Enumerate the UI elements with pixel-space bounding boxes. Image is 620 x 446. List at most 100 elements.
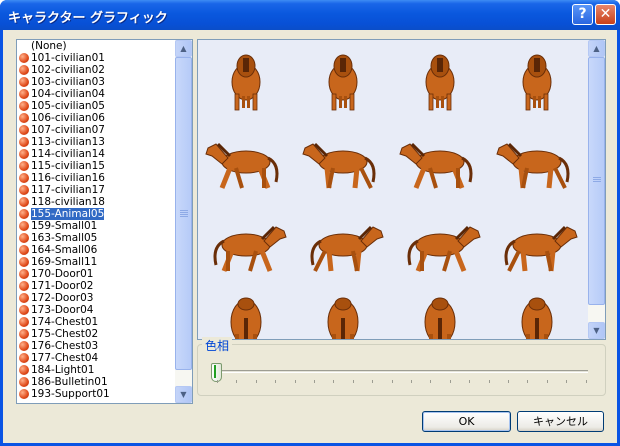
horse-sprite-right (213, 225, 287, 272)
slider-tick (372, 380, 374, 383)
horse-sprite-right (310, 225, 384, 272)
slider-tick (352, 380, 354, 383)
graphic-list[interactable]: (None) 101-civilian01 102-civilian02 103-ci… (16, 39, 193, 404)
list-item-label: 173-Door04 (31, 304, 94, 316)
list-item[interactable]: 106-civilian06 (17, 112, 175, 124)
slider-tick (566, 380, 568, 383)
list-item[interactable]: (None) (17, 40, 175, 52)
list-item[interactable]: 175-Chest02 (17, 328, 175, 340)
list-item-label: 170-Door01 (31, 268, 94, 280)
graphic-file-icon (19, 125, 29, 135)
list-item[interactable]: 163-Small05 (17, 232, 175, 244)
list-item[interactable]: 174-Chest01 (17, 316, 175, 328)
horse-sprite-down (522, 54, 552, 111)
chevron-down-icon[interactable]: ▼ (588, 322, 605, 339)
list-item-label: 184-Light01 (31, 364, 95, 376)
graphic-file-icon (19, 377, 29, 387)
graphic-file-icon (19, 233, 29, 243)
window-title: キャラクター グラフィック (8, 11, 168, 26)
graphic-file-icon (19, 293, 29, 303)
list-item-label: 174-Chest01 (31, 316, 99, 328)
list-item[interactable]: 177-Chest04 (17, 352, 175, 364)
list-scrollbar[interactable]: ▲ ▼ (175, 40, 192, 403)
list-item[interactable]: 114-civilian14 (17, 148, 175, 160)
list-item[interactable]: 171-Door02 (17, 280, 175, 292)
graphic-file-icon (19, 113, 29, 123)
horse-sprite-left (302, 142, 376, 189)
horse-sprite-left (205, 142, 279, 189)
graphic-file-icon (19, 89, 29, 99)
slider-tick (333, 380, 335, 383)
slider-tick (585, 380, 587, 383)
slider-tick (449, 380, 451, 383)
list-item[interactable]: 186-Bulletin01 (17, 376, 175, 388)
list-item[interactable]: 102-civilian02 (17, 64, 175, 76)
list-item[interactable]: 184-Light01 (17, 364, 175, 376)
list-item-label: 107-civilian07 (31, 124, 105, 136)
preview-scroll-thumb[interactable] (588, 57, 605, 305)
slider-tick (546, 380, 548, 383)
list-item[interactable]: 173-Door04 (17, 304, 175, 316)
horse-sprite-left (399, 142, 473, 189)
list-item[interactable]: 170-Door01 (17, 268, 175, 280)
cancel-button[interactable]: キャンセル (517, 411, 604, 432)
graphic-file-icon (19, 185, 29, 195)
graphic-file-icon (19, 257, 29, 267)
horse-sprite-down (231, 54, 261, 111)
graphic-file-icon (19, 317, 29, 327)
graphic-file-icon (19, 221, 29, 231)
list-item[interactable]: 176-Chest03 (17, 340, 175, 352)
list-item[interactable]: 172-Door03 (17, 292, 175, 304)
list-item[interactable]: 117-civilian17 (17, 184, 175, 196)
chevron-down-icon[interactable]: ▼ (175, 386, 192, 403)
slider-tick (411, 380, 412, 383)
close-button[interactable]: ✕ (595, 4, 616, 25)
slider-tick (255, 380, 257, 383)
list-item-label: 186-Bulletin01 (31, 376, 108, 388)
graphic-file-icon (19, 329, 29, 339)
horse-sprite-up (521, 297, 553, 339)
slider-tick (508, 380, 509, 383)
list-scroll-thumb[interactable] (175, 57, 192, 370)
list-item[interactable]: 159-Small01 (17, 220, 175, 232)
graphic-file-icon (19, 341, 29, 351)
graphic-file-icon (19, 77, 29, 87)
ok-button[interactable]: OK (422, 411, 511, 432)
graphic-file-icon (19, 149, 29, 159)
list-item-label: 176-Chest03 (31, 340, 99, 352)
list-item[interactable]: 115-civilian15 (17, 160, 175, 172)
list-item[interactable]: 193-Support01 (17, 388, 175, 400)
hue-slider-track[interactable] (213, 370, 588, 373)
list-item[interactable]: 155-Animal05 (17, 208, 175, 220)
list-item[interactable]: 118-civilian18 (17, 196, 175, 208)
list-item-label: 159-Small01 (31, 220, 98, 232)
list-item[interactable]: 101-civilian01 (17, 52, 175, 64)
list-item[interactable]: 105-civilian05 (17, 100, 175, 112)
horse-sprite-right (407, 225, 481, 272)
list-item[interactable]: 104-civilian04 (17, 88, 175, 100)
title-bar[interactable]: キャラクター グラフィック ? ✕ (0, 0, 620, 30)
slider-tick (217, 380, 218, 383)
list-item[interactable]: 164-Small06 (17, 244, 175, 256)
character-graphic-dialog: キャラクター グラフィック ? ✕ (None) 101-civilian01 10… (0, 0, 620, 446)
list-item[interactable]: 113-civilian13 (17, 136, 175, 148)
list-item-label: 164-Small06 (31, 244, 98, 256)
list-item[interactable]: 169-Small11 (17, 256, 175, 268)
list-item-label: 177-Chest04 (31, 352, 99, 364)
help-button[interactable]: ? (572, 4, 593, 25)
list-item[interactable]: 116-civilian16 (17, 172, 175, 184)
graphic-file-icon (19, 101, 29, 111)
list-item-label: 105-civilian05 (31, 100, 105, 112)
list-item[interactable]: 103-civilian03 (17, 76, 175, 88)
graphic-file-icon (19, 173, 29, 183)
list-item-label: 172-Door03 (31, 292, 94, 304)
slider-tick (527, 380, 529, 383)
list-item-label: 171-Door02 (31, 280, 94, 292)
graphic-file-icon (19, 209, 29, 219)
slider-tick (430, 380, 432, 383)
chevron-up-icon[interactable]: ▲ (175, 40, 192, 57)
preview-scrollbar[interactable]: ▲ ▼ (588, 40, 605, 339)
list-item[interactable]: 107-civilian07 (17, 124, 175, 136)
chevron-up-icon[interactable]: ▲ (588, 40, 605, 57)
graphic-preview[interactable]: ▲ ▼ (197, 39, 606, 340)
